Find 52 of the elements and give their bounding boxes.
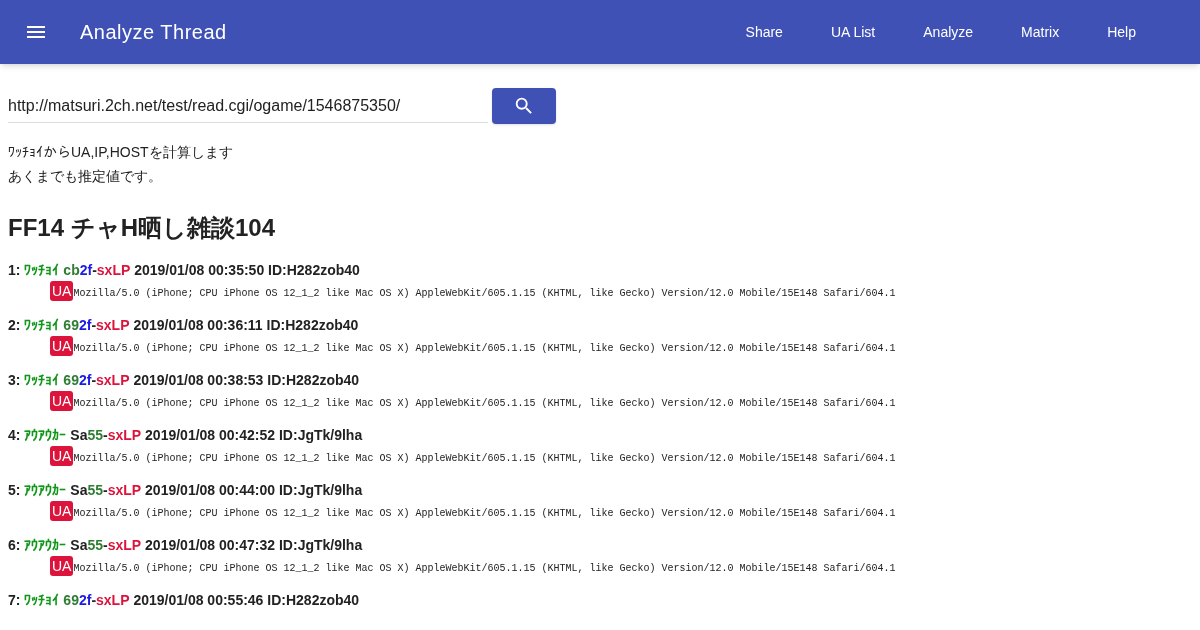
ua-badge: UA [50,391,74,411]
ua-badge: UA [50,556,74,576]
description-text: ﾜｯﾁｮｲからUA,IP,HOSTを計算します [8,143,234,162]
search-icon [513,95,535,117]
description-text: あくまでも推定値です。 [8,167,163,186]
post-id: ID:H282zob40 [267,591,360,610]
post-id: ID:JgTk/9lha [278,536,363,555]
post-date: 2019/01/08 00:35:50 [133,261,266,280]
post-name: ﾜｯﾁｮｲ cb2f-sxLP [24,261,131,280]
post-name: ｱｳｱｳｶｰ Sa55-sxLP [24,481,142,500]
post-date: 2019/01/08 00:36:11 [132,316,264,335]
post-date: 2019/01/08 00:47:32 [144,536,277,555]
user-agent-text: Mozilla/5.0 (iPhone; CPU iPhone OS 12_1_2 like Mac OS X) AppleWebKit/605.1.15 (KHTML, like Gecko) Version/12.0 Mobile/15E148 Safari/604.1 [73,396,896,411]
post-date: 2019/01/08 00:38:53 [132,371,265,390]
post-number: 6: [8,536,22,555]
nav-link[interactable]: UA List [806,0,900,64]
post-id: ID:H282zob40 [268,261,360,280]
post-id: ID:JgTk/9lha [278,481,363,500]
post-id: ID:H282zob40 [267,371,360,390]
ua-badge: UA [50,446,74,466]
user-agent-text: Mozilla/5.0 (iPhone; CPU iPhone OS 12_1_2 like Mac OS X) AppleWebKit/605.1.15 (KHTML, like Gecko) Version/12.0 Mobile/15E148 Safari/604.1 [73,561,896,576]
ua-badge: UA [50,501,74,521]
search-button[interactable] [492,88,556,124]
post-number: 4: [8,426,22,445]
url-field[interactable]: http://matsuri.2ch.net/test/read.cgi/ogame/1546875350/ [8,89,488,123]
user-agent-text: Mozilla/5.0 (iPhone; CPU iPhone OS 12_1_2 like Mac OS X) AppleWebKit/605.1.15 (KHTML, like Gecko) Version/12.0 Mobile/15E148 Safari/604.1 [73,451,896,466]
app-title: Analyze Thread [80,20,227,45]
post-name: ｱｳｱｳｶｰ Sa55-sxLP [24,426,142,445]
ua-badge: UA [50,336,74,356]
post-date: 2019/01/08 00:42:52 [144,426,277,445]
nav-link[interactable]: Matrix [997,0,1084,64]
post-name: ｱｳｱｳｶｰ Sa55-sxLP [24,536,142,555]
post-number: 3: [8,371,22,390]
post-number: 2: [8,316,22,335]
post-date: 2019/01/08 00:44:00 [144,481,277,500]
user-agent-text: Mozilla/5.0 (iPhone; CPU iPhone OS 12_1_2 like Mac OS X) AppleWebKit/605.1.15 (KHTML, like Gecko) Version/12.0 Mobile/15E148 Safari/604.1 [73,341,896,356]
post-name: ﾜｯﾁｮｲ 692f-sxLP [24,591,130,610]
post-id: ID:JgTk/9lha [278,426,363,445]
post-name: ﾜｯﾁｮｲ 692f-sxLP [24,371,130,390]
nav-link[interactable]: Help [1083,0,1160,64]
post-name: ﾜｯﾁｮｲ 692f-sxLP [24,316,130,335]
post-date: 2019/01/08 00:55:46 [132,591,265,610]
post-number: 1: [8,261,22,280]
ua-badge: UA [50,281,74,301]
user-agent-text: Mozilla/5.0 (iPhone; CPU iPhone OS 12_1_2 like Mac OS X) AppleWebKit/605.1.15 (KHTML, like Gecko) Version/12.0 Mobile/15E148 Safari/604.1 [73,286,896,301]
user-agent-text: Mozilla/5.0 (iPhone; CPU iPhone OS 12_1_2 like Mac OS X) AppleWebKit/605.1.15 (KHTML, like Gecko) Version/12.0 Mobile/15E148 Safari/604.1 [73,506,896,521]
post-id: ID:H282zob40 [266,316,359,335]
thread-title: FF14 チャH晒し雑談104 [8,213,277,243]
post-number: 7: [8,591,22,610]
nav-link[interactable]: Share [721,0,807,64]
post-number: 5: [8,481,22,500]
nav-link[interactable]: Analyze [899,0,998,64]
